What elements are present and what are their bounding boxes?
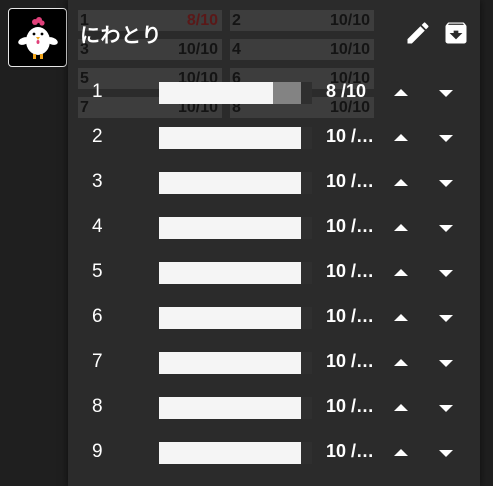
row-score: 10 /…: [326, 351, 375, 371]
archive-box-icon: [445, 22, 467, 44]
move-down-button[interactable]: [435, 263, 457, 283]
row-score: 10 /…: [326, 261, 375, 281]
progress-bar-fill: [159, 82, 273, 104]
move-down-button[interactable]: [435, 398, 457, 418]
move-down-button[interactable]: [435, 308, 457, 328]
row-number: 1: [92, 81, 103, 102]
progress-bar-fill: [159, 307, 301, 329]
row-score: 10 /…: [326, 441, 375, 461]
move-down-button[interactable]: [435, 83, 457, 103]
caret-down-icon: [439, 360, 453, 367]
row-number: 7: [92, 351, 103, 372]
row-number: 2: [92, 126, 103, 147]
caret-down-icon: [439, 135, 453, 142]
list-item: 7 10 /…: [68, 340, 480, 385]
progress-bar-fill: [159, 352, 301, 374]
progress-bar: [159, 217, 312, 239]
caret-down-icon: [439, 180, 453, 187]
caret-up-icon: [394, 314, 408, 321]
progress-bar-fill: [159, 127, 301, 149]
move-down-button[interactable]: [435, 128, 457, 148]
background-grid-score: 10/10: [329, 12, 370, 29]
progress-bar: [159, 172, 312, 194]
row-number: 9: [92, 441, 103, 462]
row-score: 10 /…: [326, 126, 375, 146]
list-item: 6 10 /…: [68, 295, 480, 340]
chicken-icon: [18, 17, 58, 59]
move-down-button[interactable]: [435, 218, 457, 238]
row-number: 3: [92, 171, 103, 192]
progress-bar: [159, 262, 312, 284]
caret-down-icon: [439, 315, 453, 322]
move-up-button[interactable]: [390, 398, 412, 418]
progress-bar: [159, 442, 312, 464]
background-grid-score: 10/10: [177, 41, 218, 58]
list-item: 8 10 /…: [68, 385, 480, 430]
progress-bar-remaining: [273, 82, 301, 104]
row-number: 5: [92, 261, 103, 282]
background-grid-cell: 4 10/10: [230, 39, 374, 60]
background-grid-cell: 2 10/10: [230, 10, 374, 31]
list-item: 9 10 /…: [68, 430, 480, 475]
progress-bar-fill: [159, 217, 301, 239]
move-up-button[interactable]: [390, 218, 412, 238]
caret-up-icon: [394, 179, 408, 186]
caret-down-icon: [439, 450, 453, 457]
page-title: にわとり: [80, 23, 162, 47]
move-down-button[interactable]: [435, 173, 457, 193]
row-number: 8: [92, 396, 103, 417]
background-grid-score: 8/10: [186, 12, 218, 29]
row-number: 6: [92, 306, 103, 327]
progress-bar: [159, 352, 312, 374]
caret-up-icon: [394, 404, 408, 411]
progress-bar: [159, 307, 312, 329]
row-score: 10 /…: [326, 216, 375, 236]
move-up-button[interactable]: [390, 263, 412, 283]
progress-bar-fill: [159, 172, 301, 194]
list-item: 3 10 /…: [68, 160, 480, 205]
progress-bar: [159, 397, 312, 419]
move-up-button[interactable]: [390, 128, 412, 148]
move-up-button[interactable]: [390, 83, 412, 103]
background-grid-number: 2: [232, 12, 241, 29]
background-grid-score: 10/10: [329, 41, 370, 58]
caret-down-icon: [439, 405, 453, 412]
row-score: 8 /10: [326, 81, 367, 101]
caret-up-icon: [394, 359, 408, 366]
row-score: 10 /…: [326, 396, 375, 416]
progress-bar-fill: [159, 262, 301, 284]
move-up-button[interactable]: [390, 308, 412, 328]
move-up-button[interactable]: [390, 353, 412, 373]
list-item: 4 10 /…: [68, 205, 480, 250]
background-grid-number: 4: [232, 41, 241, 58]
progress-bar: [159, 82, 312, 104]
row-score: 10 /…: [326, 306, 375, 326]
caret-up-icon: [394, 269, 408, 276]
move-up-button[interactable]: [390, 443, 412, 463]
move-down-button[interactable]: [435, 443, 457, 463]
progress-bar-fill: [159, 442, 301, 464]
caret-up-icon: [394, 134, 408, 141]
caret-up-icon: [394, 89, 408, 96]
row-number: 4: [92, 216, 103, 237]
edit-button[interactable]: [404, 19, 432, 47]
row-score: 10 /…: [326, 171, 375, 191]
move-up-button[interactable]: [390, 173, 412, 193]
avatar[interactable]: [8, 8, 67, 67]
caret-up-icon: [394, 224, 408, 231]
list-item: 1 8 /10: [68, 70, 480, 115]
list-item: 2 10 /…: [68, 115, 480, 160]
caret-down-icon: [439, 270, 453, 277]
progress-bar: [159, 127, 312, 149]
caret-down-icon: [439, 225, 453, 232]
caret-up-icon: [394, 449, 408, 456]
progress-bar-fill: [159, 397, 301, 419]
archive-button[interactable]: [442, 19, 470, 47]
move-down-button[interactable]: [435, 353, 457, 373]
list-item: 5 10 /…: [68, 250, 480, 295]
caret-down-icon: [439, 90, 453, 97]
pencil-icon: [407, 22, 429, 44]
